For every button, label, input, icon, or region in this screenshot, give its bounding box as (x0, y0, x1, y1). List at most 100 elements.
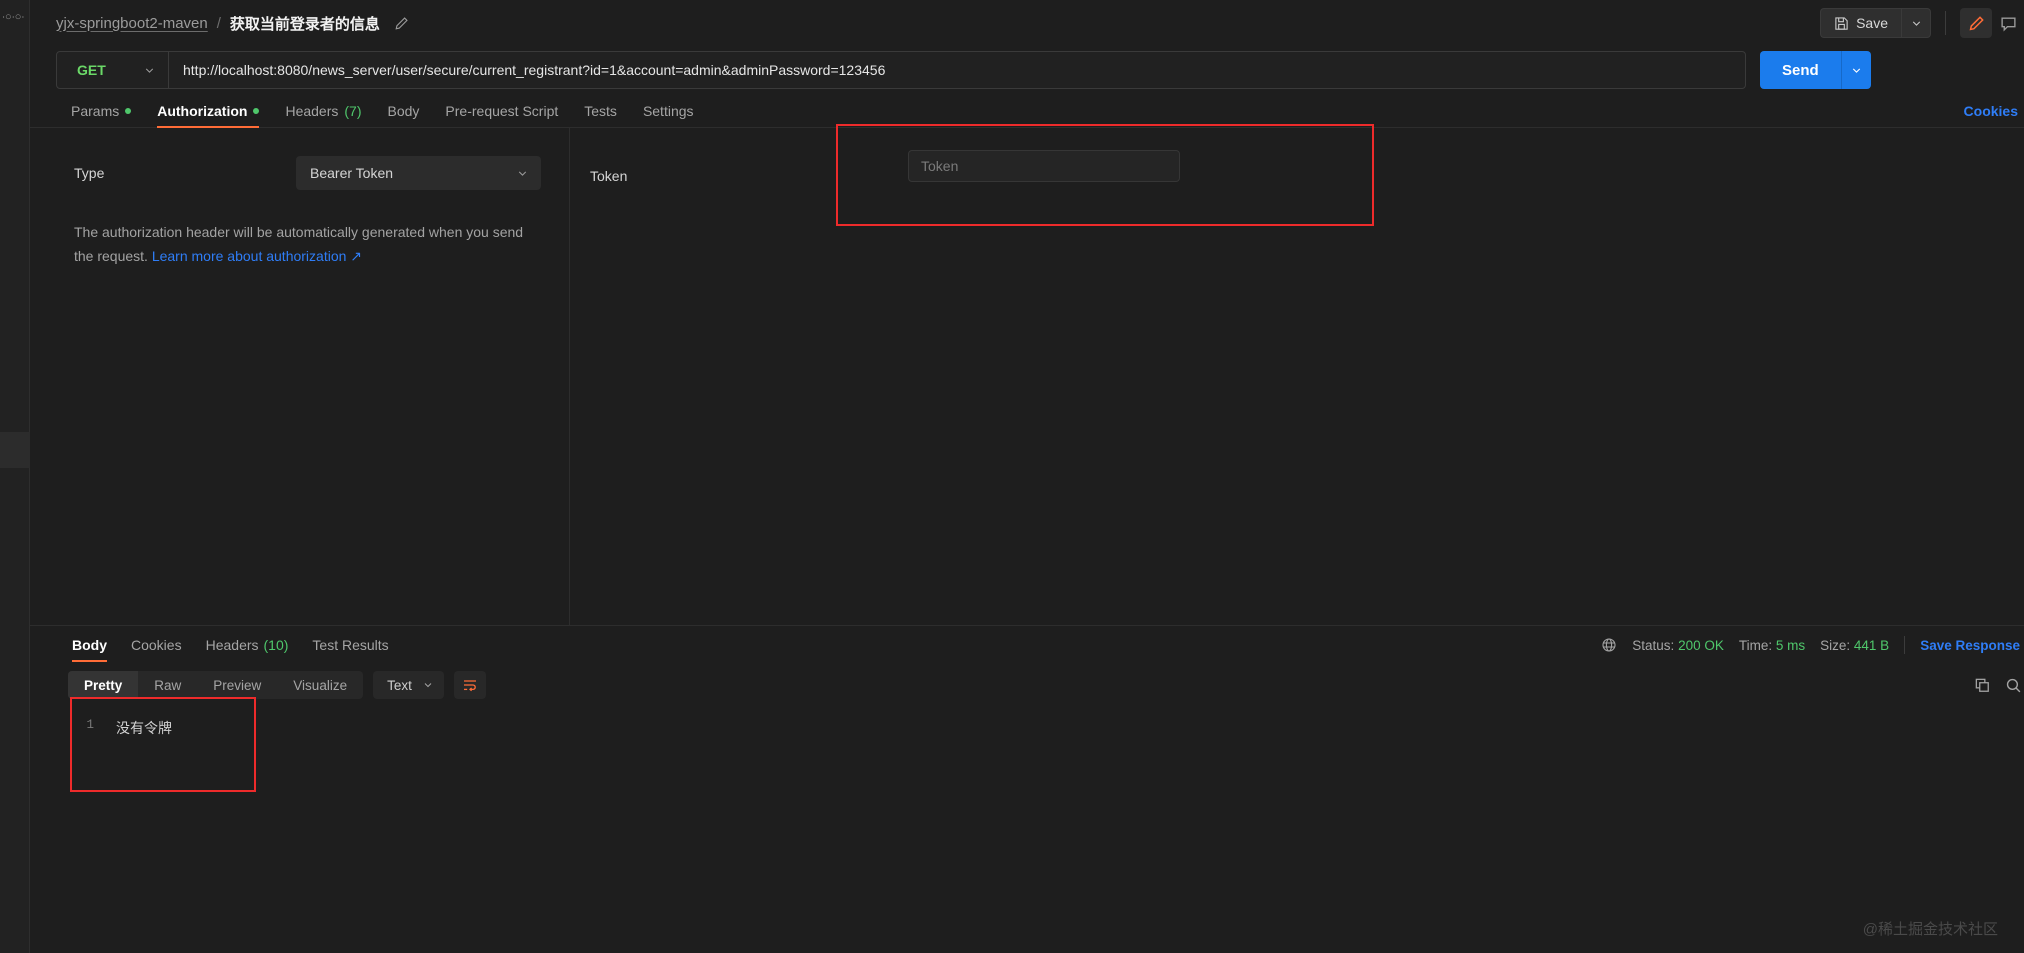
auth-type-label: Type (74, 165, 105, 181)
tab-headers[interactable]: Headers (7) (272, 94, 374, 127)
time-value: 5 ms (1775, 637, 1806, 653)
main-content: yjx-springboot2-maven / 获取当前登录者的信息 Save (30, 0, 2024, 953)
tab-authorization[interactable]: Authorization (144, 94, 272, 128)
tab-params-label: Params (71, 102, 120, 119)
save-response-button[interactable]: Save Response (1920, 638, 2020, 653)
response-tabs: Body Cookies Headers (10) Test Results S… (30, 626, 2024, 664)
response-tab-headers-label: Headers (205, 637, 259, 653)
watermark: @稀土掘金技术社区 (1862, 921, 1998, 938)
tab-headers-count: (7) (344, 102, 362, 119)
size-label: Size: (1820, 637, 1851, 653)
url-input[interactable]: http://localhost:8080/news_server/user/s… (169, 52, 1745, 88)
line-number: 1 (86, 718, 94, 732)
header-actions: Save (1820, 0, 2024, 46)
response-tab-cookies[interactable]: Cookies (119, 626, 194, 664)
auth-type-value: Bearer Token (310, 165, 394, 181)
size-meta: Size: 441 B (1820, 638, 1889, 653)
authorization-indicator-dot (253, 107, 260, 114)
auth-help-text: The authorization header will be automat… (74, 220, 541, 268)
pencil-icon[interactable] (394, 15, 410, 31)
token-annotation-box: Token (836, 124, 1374, 226)
response-body-viewer[interactable]: 1 没有令牌 (30, 697, 2024, 953)
floppy-disk-icon (1834, 16, 1849, 31)
auth-type-select[interactable]: Bearer Token (296, 156, 541, 190)
authorization-panel: Type Bearer Token The authorization head… (30, 124, 2024, 626)
tab-pre-request-script[interactable]: Pre-request Script (432, 94, 571, 127)
breadcrumb-separator: / (216, 14, 221, 32)
response-tab-test-results-label: Test Results (312, 637, 389, 653)
chevron-down-icon (1850, 64, 1863, 77)
method-selector[interactable]: GET (57, 52, 169, 88)
send-button[interactable]: Send (1760, 51, 1841, 89)
response-panel: Body Cookies Headers (10) Test Results S… (30, 626, 2024, 953)
tab-settings[interactable]: Settings (630, 94, 707, 127)
response-meta: Status: 200 OK Time: 5 ms Size: 441 B Sa… (1601, 626, 2020, 664)
token-input[interactable]: Token (908, 150, 1180, 182)
auth-token-panel: Token Token (570, 124, 2024, 625)
tab-params[interactable]: Params (58, 94, 144, 127)
comments-button[interactable] (1992, 8, 2024, 38)
view-mode-raw[interactable]: Raw (138, 671, 197, 699)
rail-handle-icon[interactable]: ∙○∙○∙ (2, 12, 24, 23)
view-mode-pretty[interactable]: Pretty (68, 671, 139, 699)
tab-headers-label: Headers (285, 102, 339, 119)
chevron-down-icon (422, 679, 434, 691)
response-format-value: Text (387, 677, 412, 693)
save-button[interactable]: Save (1820, 8, 1901, 38)
method-label: GET (77, 62, 106, 78)
pencil-icon (1968, 15, 1985, 32)
params-indicator-dot (125, 107, 132, 114)
wrap-lines-button[interactable] (453, 671, 486, 699)
view-mode-preview[interactable]: Preview (197, 671, 277, 699)
size-value: 441 B (1853, 637, 1890, 653)
chevron-down-icon (1910, 17, 1923, 30)
save-options-button[interactable] (1901, 8, 1931, 38)
tab-body-label: Body (387, 102, 420, 119)
cookies-link[interactable]: Cookies (1964, 94, 2018, 127)
response-tab-body[interactable]: Body (60, 626, 119, 664)
meta-divider (1904, 636, 1906, 654)
tab-tests-label: Tests (584, 102, 617, 119)
chevron-down-icon (516, 167, 529, 180)
tab-tests[interactable]: Tests (571, 94, 630, 127)
header-divider (1945, 11, 1946, 35)
copy-icon[interactable] (1974, 677, 1991, 694)
tab-body[interactable]: Body (375, 94, 433, 127)
status-label: Status: (1632, 637, 1675, 653)
globe-icon[interactable] (1601, 637, 1617, 653)
response-format-select[interactable]: Text (373, 671, 444, 699)
status-value: 200 OK (1678, 637, 1724, 653)
rail-active-indicator[interactable] (0, 432, 30, 468)
url-bar: GET http://localhost:8080/news_server/us… (30, 46, 2024, 94)
token-label: Token (590, 168, 628, 184)
response-body-text: 没有令牌 (116, 720, 172, 736)
tab-authorization-label: Authorization (157, 102, 248, 119)
breadcrumb-collection[interactable]: yjx-springboot2-maven (56, 15, 208, 32)
send-options-button[interactable] (1840, 51, 1871, 89)
save-button-label: Save (1856, 15, 1888, 31)
response-tab-headers[interactable]: Headers (10) (194, 626, 301, 664)
request-tabs: Params Authorization Headers (7) Body Pr… (30, 94, 2024, 128)
url-input-group: GET http://localhost:8080/news_server/us… (56, 51, 1746, 89)
response-viewer-actions (1974, 664, 2024, 706)
response-tab-cookies-label: Cookies (131, 637, 182, 653)
comment-icon (2000, 15, 2017, 32)
view-mode-segmented: Pretty Raw Preview Visualize (68, 671, 364, 699)
auth-type-row: Type Bearer Token (74, 156, 541, 190)
response-tab-body-label: Body (72, 637, 107, 653)
edit-mode-button[interactable] (1960, 8, 1992, 38)
postman-window: ∙○∙○∙ yjx-springboot2-maven / 获取当前登录者的信息 (0, 0, 2024, 953)
auth-type-panel: Type Bearer Token The authorization head… (30, 128, 570, 625)
chevron-down-icon (143, 64, 156, 77)
search-icon[interactable] (2005, 677, 2022, 694)
response-body-line: 1 没有令牌 (68, 706, 2024, 738)
view-mode-visualize[interactable]: Visualize (277, 671, 363, 699)
left-sidebar-rail: ∙○∙○∙ (0, 0, 30, 953)
response-tab-test-results[interactable]: Test Results (300, 626, 400, 664)
tab-settings-label: Settings (642, 102, 694, 119)
request-header: yjx-springboot2-maven / 获取当前登录者的信息 Save (30, 0, 2024, 46)
tab-pre-request-script-label: Pre-request Script (445, 102, 559, 119)
wrap-lines-icon (462, 677, 478, 693)
time-label: Time: (1738, 637, 1773, 653)
learn-more-authorization-link[interactable]: Learn more about authorization ↗ (152, 248, 362, 264)
